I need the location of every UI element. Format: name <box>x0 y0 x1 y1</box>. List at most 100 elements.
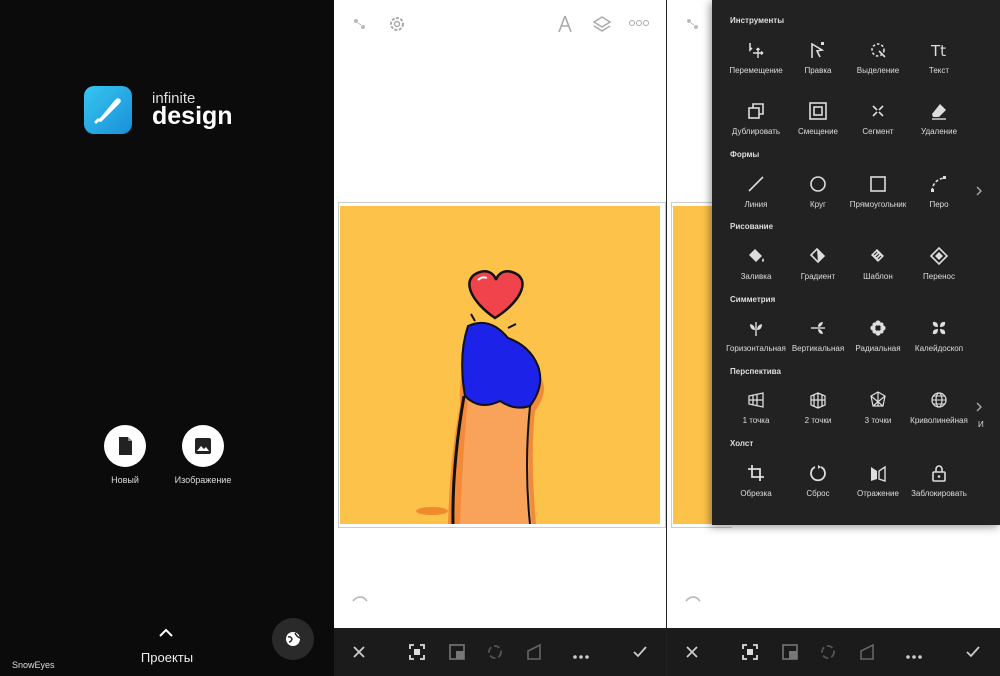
app-logo <box>84 86 132 134</box>
image-label: Изображение <box>174 475 232 485</box>
vertical-symmetry-icon <box>811 322 825 334</box>
crop-icon <box>748 465 764 481</box>
close-icon[interactable] <box>683 643 701 661</box>
reset-icon <box>810 465 826 482</box>
brush-icon <box>93 98 121 125</box>
one-point-icon <box>748 392 764 408</box>
section-title-drawing: Рисование <box>730 222 774 231</box>
tools-menu: Инструменты Формы Рисование Симметрия Пе… <box>712 0 1000 525</box>
tool-selection[interactable]: Выделение <box>846 40 910 75</box>
compass-icon[interactable] <box>556 14 574 34</box>
bottom-toolbar <box>667 628 1000 676</box>
tool-lock[interactable]: Заблокировать <box>907 463 971 498</box>
tool-radial-symmetry[interactable]: Радиальная <box>846 318 910 353</box>
tool-one-point[interactable]: 1 точка <box>724 390 788 425</box>
line-icon <box>748 176 764 192</box>
tool-rectangle[interactable]: Прямоугольник <box>846 174 910 209</box>
image-button[interactable] <box>182 425 224 467</box>
tool-edit[interactable]: Правка <box>786 40 850 75</box>
tool-segment[interactable]: Сегмент <box>846 101 910 136</box>
rectangle-icon <box>870 176 886 192</box>
duplicate-icon <box>748 103 764 119</box>
layers-icon[interactable] <box>592 14 612 34</box>
lock-icon <box>932 465 946 482</box>
watermark: SnowEyes <box>12 660 55 670</box>
chevron-right-icon[interactable] <box>976 186 982 196</box>
tool-vertical-symmetry[interactable]: Вертикальная <box>786 318 850 353</box>
pen-icon <box>931 176 946 192</box>
artwork[interactable] <box>340 206 660 524</box>
artboard-icon[interactable] <box>448 643 466 661</box>
tool-duplicate[interactable]: Дублировать <box>724 101 788 136</box>
confirm-icon[interactable] <box>964 643 982 661</box>
tool-flip[interactable]: Отражение <box>846 463 910 498</box>
segment-icon <box>872 105 884 117</box>
fill-icon <box>749 249 764 262</box>
tool-text[interactable]: Tt Текст <box>907 40 971 75</box>
tool-gradient[interactable]: Градиент <box>786 246 850 281</box>
globe-icon <box>286 632 301 646</box>
flip-icon <box>871 465 886 482</box>
globe-button[interactable] <box>272 618 314 660</box>
circle-icon <box>810 176 826 192</box>
tool-offset[interactable]: Смещение <box>786 101 850 136</box>
close-icon[interactable] <box>350 643 368 661</box>
overflow-label: И <box>978 420 984 429</box>
tool-line[interactable]: Линия <box>724 174 788 209</box>
tool-move[interactable]: Перемещение <box>724 40 788 75</box>
three-point-icon <box>870 391 886 407</box>
offset-icon <box>809 102 827 120</box>
tool-kaleidoscope[interactable]: Калейдоскоп <box>907 318 971 353</box>
two-point-icon <box>810 392 826 409</box>
svg-text:Tt: Tt <box>930 42 946 60</box>
edit-icon <box>811 42 825 58</box>
tool-crop[interactable]: Обрезка <box>724 463 788 498</box>
connection-icon[interactable] <box>685 16 701 32</box>
tool-delete[interactable]: Удаление <box>907 101 971 136</box>
projects-button[interactable]: Проекты <box>126 650 208 665</box>
tool-curvilinear[interactable]: Криволинейная <box>907 390 971 425</box>
selection-icon <box>871 43 886 58</box>
tool-two-point[interactable]: 2 точки <box>786 390 850 425</box>
tool-three-point[interactable]: 3 точки <box>846 390 910 425</box>
home-screen: infinite design Новый Изображение Проект… <box>0 0 334 676</box>
transfer-icon <box>929 246 949 266</box>
more-options-icon[interactable] <box>628 16 650 30</box>
shear-icon[interactable] <box>525 643 543 661</box>
shear-icon[interactable] <box>858 643 876 661</box>
undo-icon[interactable] <box>683 592 703 606</box>
bottom-toolbar <box>334 628 666 676</box>
section-title-tools: Инструменты <box>730 16 785 25</box>
tool-pen[interactable]: Перо <box>907 174 971 209</box>
fit-screen-icon[interactable] <box>408 643 426 661</box>
new-button[interactable] <box>104 425 146 467</box>
artboard-icon[interactable] <box>781 643 799 661</box>
rotate-icon[interactable] <box>819 643 837 661</box>
tool-reset[interactable]: Сброс <box>786 463 850 498</box>
tool-pattern[interactable]: Шаблон <box>846 246 910 281</box>
radial-symmetry-icon <box>870 320 886 336</box>
section-title-perspective: Перспектива <box>730 367 781 376</box>
tool-fill[interactable]: Заливка <box>724 246 788 281</box>
connection-icon[interactable] <box>352 16 368 32</box>
chevron-up-icon[interactable] <box>158 627 174 639</box>
tool-transfer[interactable]: Перенос <box>907 246 971 281</box>
section-title-symmetry: Симметрия <box>730 295 776 304</box>
section-title-shapes: Формы <box>730 150 760 159</box>
more-icon[interactable] <box>905 648 923 666</box>
kaleidoscope-icon <box>932 321 946 335</box>
rotate-icon[interactable] <box>486 643 504 661</box>
more-icon[interactable] <box>572 648 590 666</box>
gradient-icon <box>809 247 826 264</box>
settings-icon[interactable] <box>388 15 406 33</box>
curvilinear-icon <box>931 392 947 408</box>
tool-circle[interactable]: Круг <box>786 174 850 209</box>
eraser-icon <box>932 104 946 120</box>
image-icon <box>195 438 211 454</box>
confirm-icon[interactable] <box>631 643 649 661</box>
tool-horizontal-symmetry[interactable]: Горизонтальная <box>724 318 788 353</box>
chevron-right-icon[interactable] <box>976 402 982 412</box>
fit-screen-icon[interactable] <box>741 643 759 661</box>
text-icon: Tt <box>930 42 946 60</box>
undo-icon[interactable] <box>350 592 370 606</box>
